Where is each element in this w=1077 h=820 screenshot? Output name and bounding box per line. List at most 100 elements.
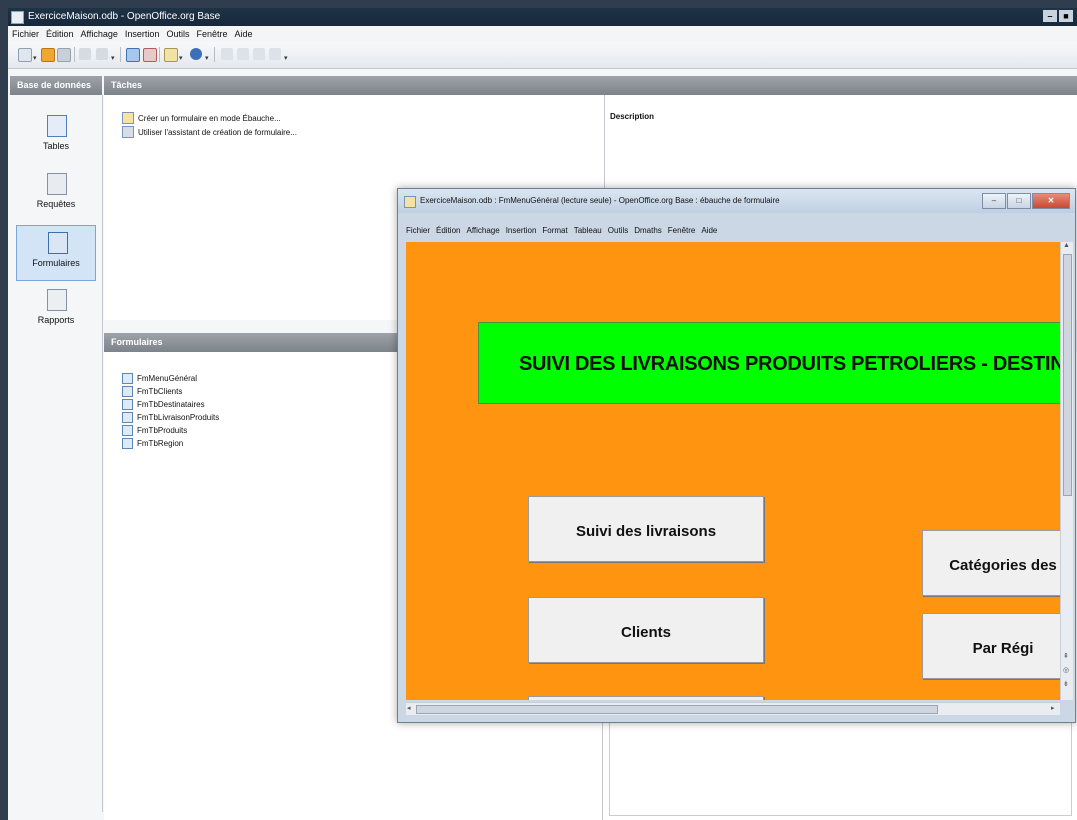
help-icon[interactable] <box>190 48 202 60</box>
form-design-icon <box>122 112 134 124</box>
button-label: Catégories des <box>949 557 1057 574</box>
standard-toolbar: ▾ ▾ ▾ ▾ ▾ <box>8 42 1077 69</box>
menu-outils[interactable]: Outils <box>166 26 189 42</box>
db-item-queries[interactable]: Requêtes <box>16 167 96 223</box>
toolbar-overflow-icon[interactable]: ▾ <box>284 54 288 62</box>
form-list-item[interactable]: FmMenuGénéral <box>122 373 197 384</box>
form-list-label: FmTbLivraisonProduits <box>137 413 220 422</box>
scroll-right-icon[interactable]: ▸ <box>1051 704 1055 712</box>
db-item-tables[interactable]: Tables <box>16 109 96 165</box>
form-editor-title: ExerciceMaison.odb : FmMenuGénéral (lect… <box>420 196 780 205</box>
menu-bar: Fichier Édition Affichage Insertion Outi… <box>8 26 1077 42</box>
suivi-livraisons-button[interactable]: Suivi des livraisons <box>528 496 764 562</box>
form-list-label: FmTbRegion <box>137 439 184 448</box>
form-list-label: FmTbProduits <box>137 426 188 435</box>
open-icon[interactable] <box>41 48 55 62</box>
form-list-label: FmTbClients <box>137 387 183 396</box>
form-menu-aide[interactable]: Aide <box>701 223 717 238</box>
maximize-button[interactable]: ■ <box>1059 10 1073 22</box>
minimize-button[interactable]: – <box>1043 10 1057 22</box>
form-list-item[interactable]: FmTbProduits <box>122 425 187 436</box>
rename-icon[interactable] <box>269 48 281 60</box>
menu-edition[interactable]: Édition <box>46 26 74 42</box>
menu-insertion[interactable]: Insertion <box>125 26 160 42</box>
description-title: Description <box>610 112 655 121</box>
categories-button[interactable]: Catégories des <box>922 530 1060 596</box>
toolbar-separator <box>74 47 75 62</box>
form-window-controls: – □ ✕ <box>982 193 1070 209</box>
form-menu-format[interactable]: Format <box>542 223 567 238</box>
menu-affichage[interactable]: Affichage <box>81 26 118 42</box>
tasks-header: Tâches <box>104 76 1077 95</box>
paste-icon[interactable] <box>96 48 108 60</box>
db-item-label: Formulaires <box>32 258 80 268</box>
task-label: Utiliser l'assistant de création de form… <box>138 127 297 137</box>
form-icon <box>122 386 133 397</box>
db-item-label: Tables <box>42 141 69 151</box>
new-dropdown-icon[interactable]: ▾ <box>33 54 37 62</box>
main-title-text: ExerciceMaison.odb - OpenOffice.org Base <box>28 11 221 22</box>
form-editor-title-bar: ExerciceMaison.odb : FmMenuGénéral (lect… <box>398 189 1075 213</box>
scroll-left-icon[interactable]: ◂ <box>407 704 411 712</box>
menu-fichier[interactable]: Fichier <box>12 26 39 42</box>
horizontal-scroll-thumb[interactable] <box>416 705 938 714</box>
form-menu-tableau[interactable]: Tableau <box>574 223 602 238</box>
form-view-icon[interactable] <box>164 48 178 62</box>
par-region-button[interactable]: Par Régi <box>922 613 1060 679</box>
form-document-icon <box>404 196 416 208</box>
clients-button[interactable]: Clients <box>528 597 764 663</box>
edit-icon[interactable] <box>237 48 249 60</box>
form-list-item[interactable]: FmTbClients <box>122 386 182 397</box>
task-label: Créer un formulaire en mode Ébauche... <box>138 113 281 123</box>
open-database-object-icon[interactable] <box>221 48 233 60</box>
form-menu-bar: Fichier Édition Affichage Insertion Form… <box>402 223 1070 238</box>
sort-ascending-icon[interactable] <box>126 48 140 62</box>
vertical-scroll-thumb[interactable] <box>1063 254 1072 496</box>
close-icon[interactable]: ✕ <box>1032 193 1070 209</box>
main-title-bar: ExerciceMaison.odb - OpenOffice.org Base… <box>8 8 1077 26</box>
vertical-scrollbar[interactable]: ▲ ⇞ ◎ ⇟ <box>1060 242 1073 700</box>
navigate-prev-icon[interactable]: ⇞ <box>1063 652 1069 660</box>
help-dropdown-icon[interactable]: ▾ <box>205 54 209 62</box>
scroll-up-icon[interactable]: ▲ <box>1063 242 1070 249</box>
maximize-icon[interactable]: □ <box>1007 193 1031 209</box>
minimize-icon[interactable]: – <box>982 193 1006 209</box>
form-menu-outils[interactable]: Outils <box>608 223 628 238</box>
form-menu-fichier[interactable]: Fichier <box>406 223 430 238</box>
copy-icon[interactable] <box>79 48 91 60</box>
db-item-reports[interactable]: Rapports <box>16 283 96 339</box>
button-label: Par Régi <box>972 640 1034 657</box>
form-menu-fenetre[interactable]: Fenêtre <box>668 223 696 238</box>
navigate-next-icon[interactable]: ⇟ <box>1063 680 1069 688</box>
form-menu-dmaths[interactable]: Dmaths <box>634 223 662 238</box>
sort-descending-icon[interactable] <box>143 48 157 62</box>
form-dropdown-icon[interactable]: ▾ <box>179 54 183 62</box>
menu-fenetre[interactable]: Fenêtre <box>196 26 227 42</box>
horizontal-scrollbar[interactable]: ◂ ▸ <box>406 702 1060 715</box>
partial-button[interactable] <box>528 696 764 700</box>
form-icon <box>122 373 133 384</box>
form-list-item[interactable]: FmTbRegion <box>122 438 183 449</box>
task-create-design[interactable]: Créer un formulaire en mode Ébauche... <box>122 112 281 124</box>
new-document-icon[interactable] <box>18 48 32 62</box>
database-pane: Tables Requêtes Formulaires Rapports <box>10 95 103 812</box>
button-label: Suivi des livraisons <box>575 523 717 540</box>
db-item-label: Rapports <box>37 315 75 325</box>
form-list-item[interactable]: FmTbLivraisonProduits <box>122 412 219 423</box>
form-list-item[interactable]: FmTbDestinataires <box>122 399 205 410</box>
task-use-wizard[interactable]: Utiliser l'assistant de création de form… <box>122 126 297 138</box>
paste-dropdown-icon[interactable]: ▾ <box>111 54 115 62</box>
form-list-label: FmTbDestinataires <box>137 400 205 409</box>
navigate-icon[interactable]: ◎ <box>1063 666 1069 674</box>
toolbar-separator <box>120 47 121 62</box>
db-item-forms[interactable]: Formulaires <box>16 225 96 281</box>
form-menu-edition[interactable]: Édition <box>436 223 460 238</box>
form-menu-insertion[interactable]: Insertion <box>506 223 537 238</box>
delete-icon[interactable] <box>253 48 265 60</box>
form-editor-window: ExerciceMaison.odb : FmMenuGénéral (lect… <box>397 188 1076 723</box>
toolbar-separator <box>214 47 215 62</box>
forms-title: Formulaires <box>111 337 163 347</box>
form-menu-affichage[interactable]: Affichage <box>466 223 499 238</box>
save-icon[interactable] <box>57 48 71 62</box>
menu-aide[interactable]: Aide <box>235 26 253 42</box>
